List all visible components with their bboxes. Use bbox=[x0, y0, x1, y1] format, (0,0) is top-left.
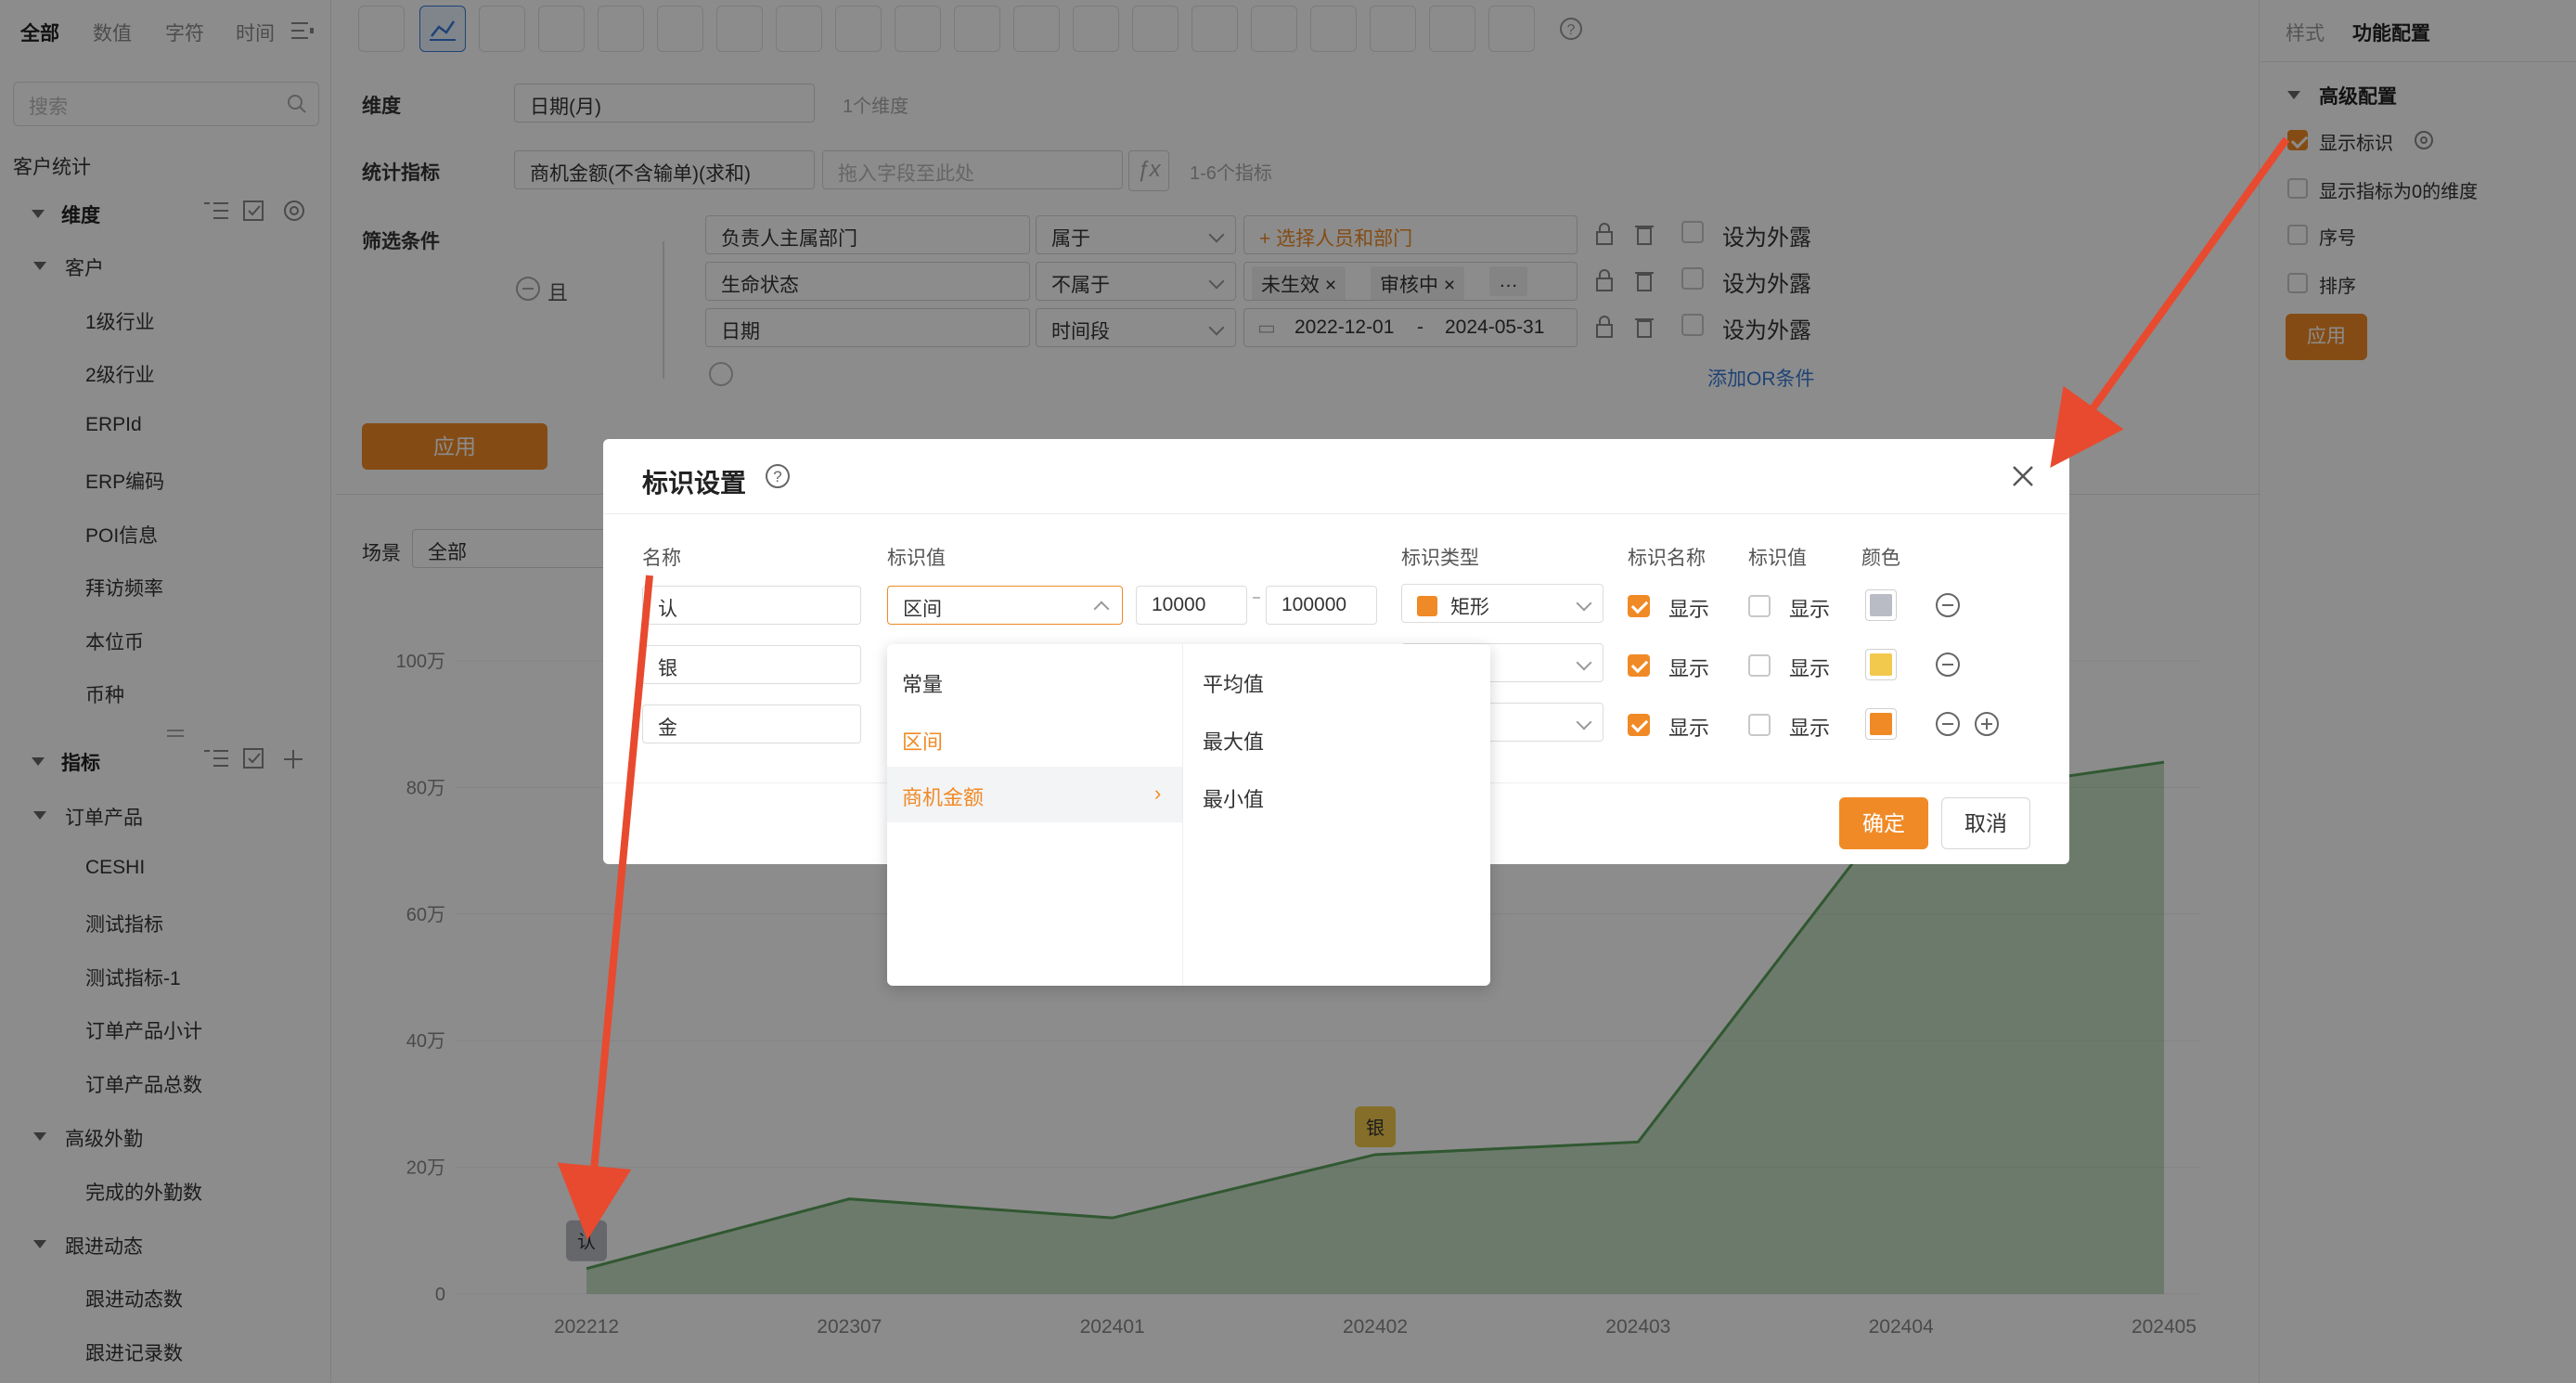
annotation-arrows bbox=[557, 136, 2290, 1240]
annotation-arrow bbox=[2050, 136, 2290, 468]
annotation-arrow bbox=[557, 575, 653, 1240]
